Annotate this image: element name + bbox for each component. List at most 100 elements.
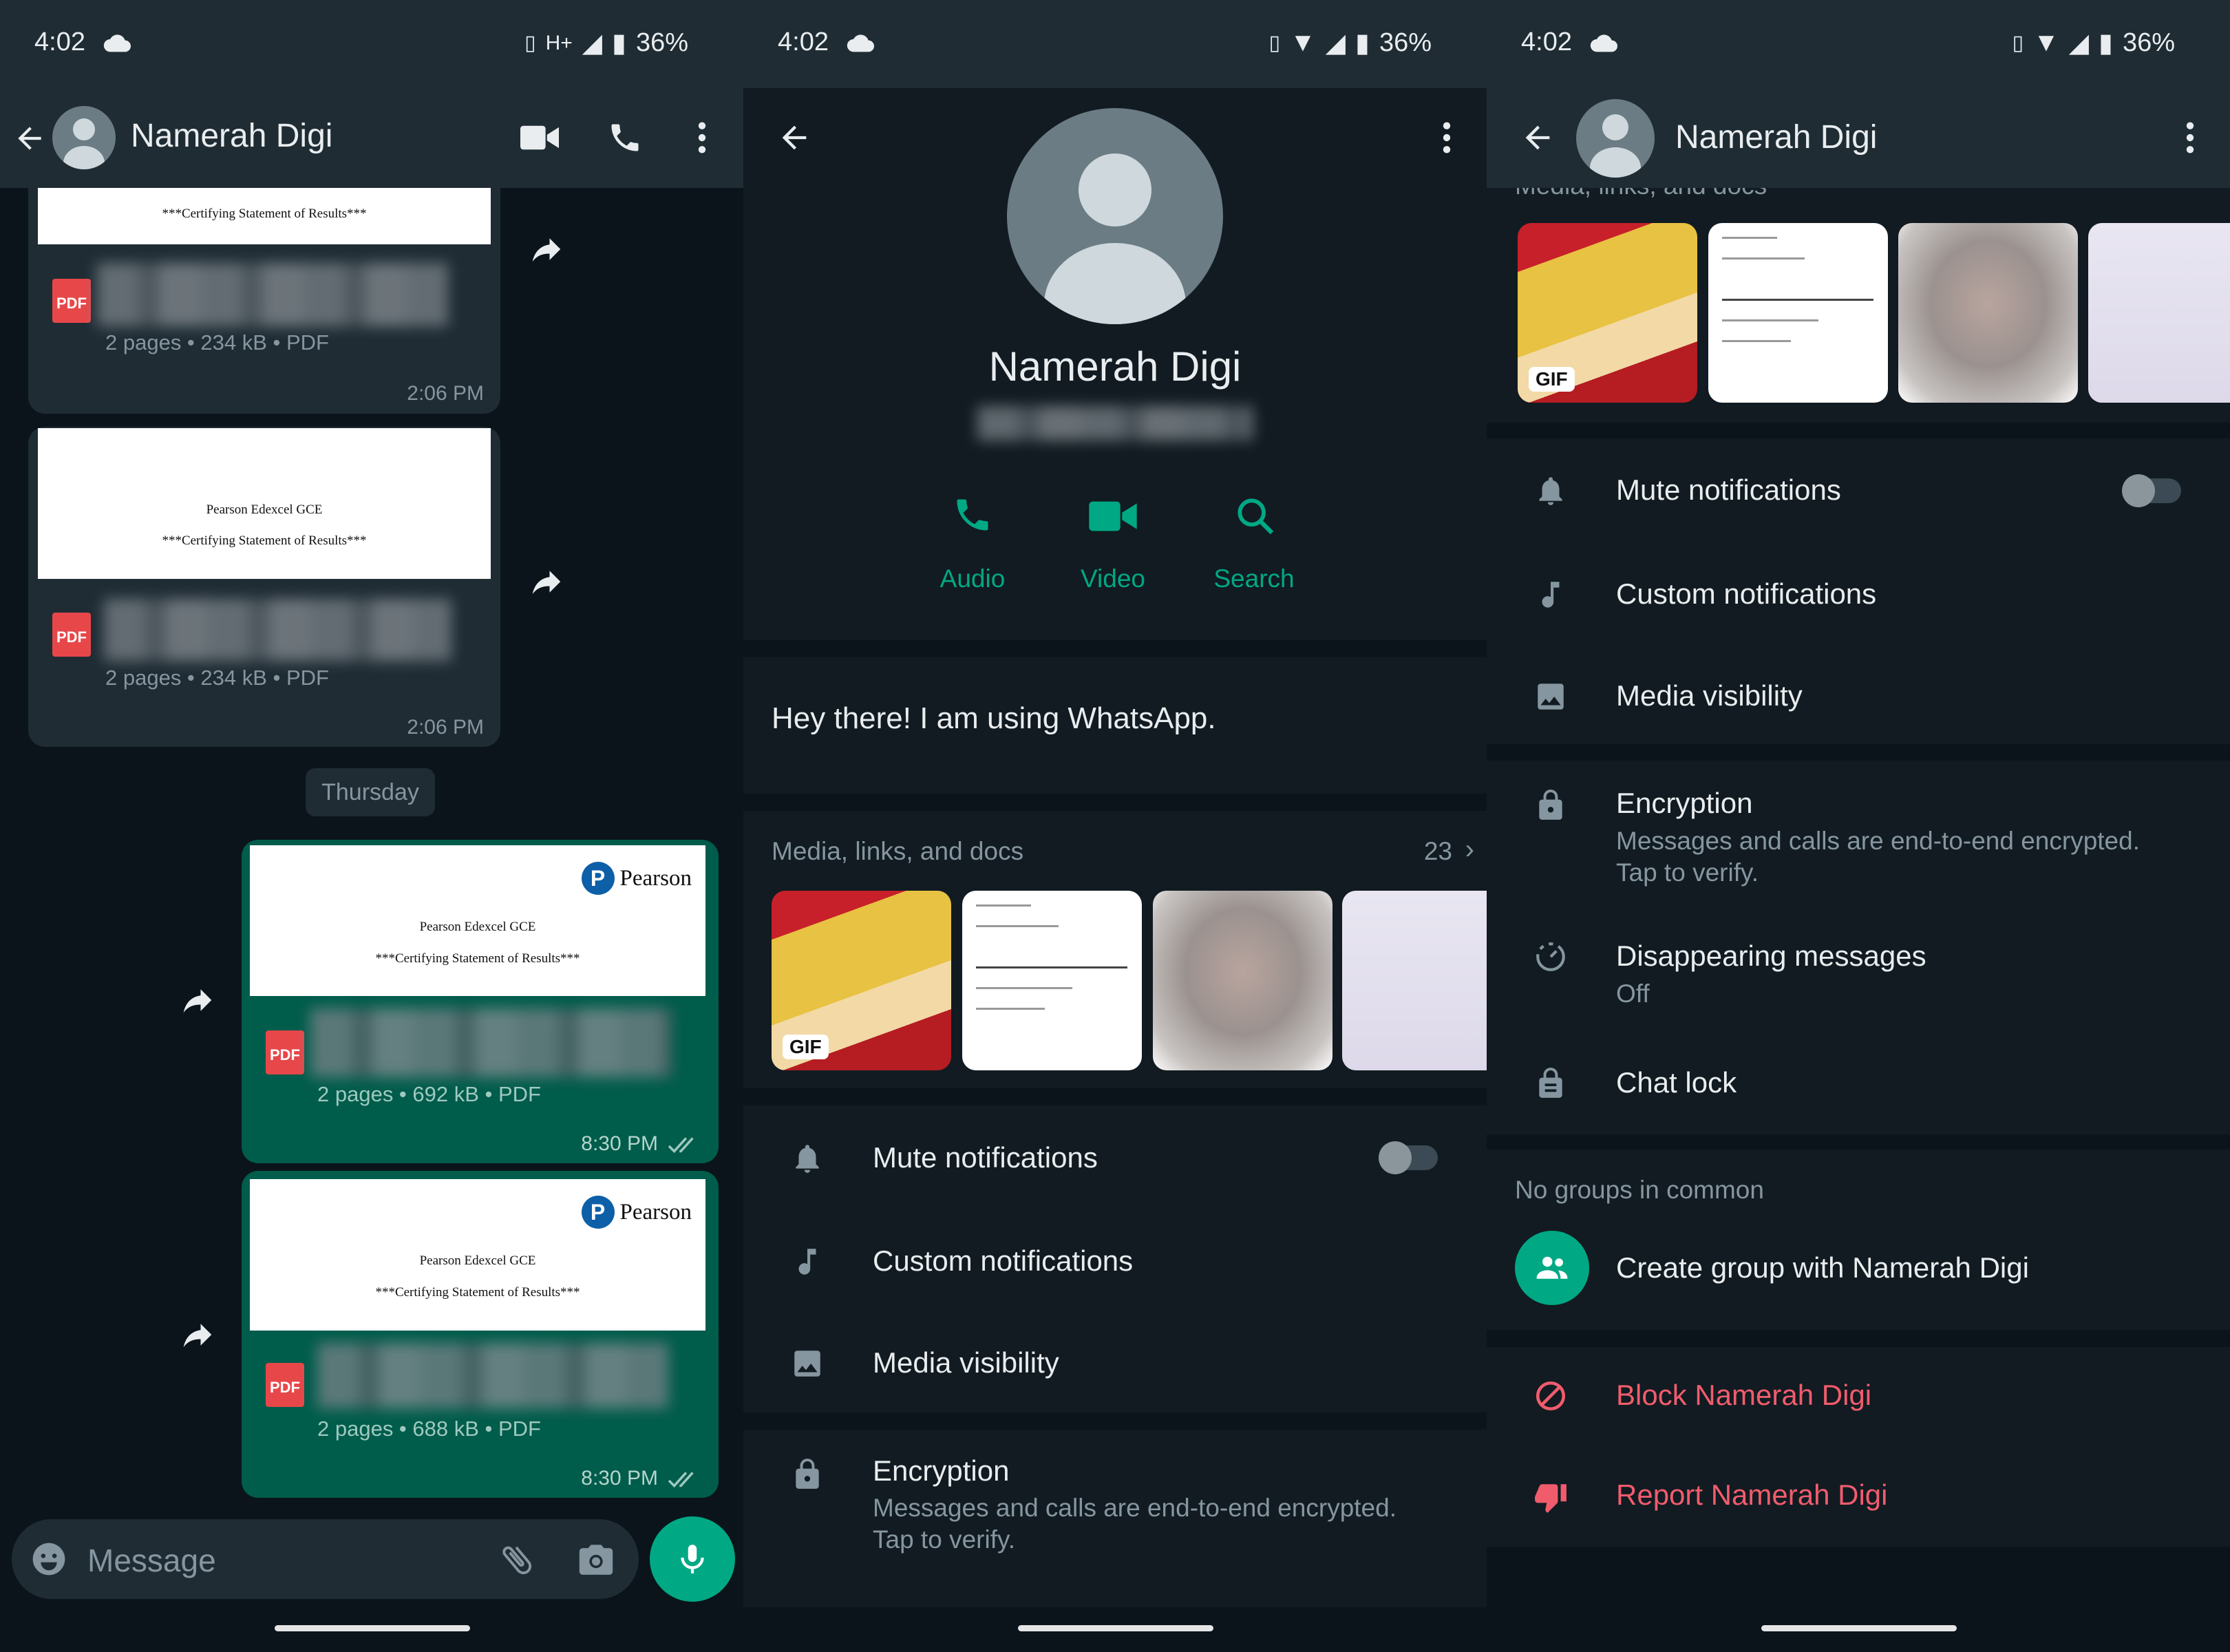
group-icon (1515, 1231, 1589, 1305)
mic-button[interactable] (650, 1516, 735, 1602)
mute-notifications-row[interactable]: Mute notifications (1487, 438, 2230, 542)
message-time: 8:30 PM (581, 1467, 658, 1490)
block-icon (1533, 1379, 1568, 1413)
preview-subtitle: ***Certifying Statement of Results*** (162, 206, 367, 221)
bell-icon (790, 1141, 825, 1176)
media-thumbnail[interactable] (1898, 223, 2078, 403)
forward-icon[interactable] (179, 1316, 216, 1353)
media-thumbnail[interactable]: GIF (1518, 223, 1697, 403)
chat-lock-row[interactable]: Chat lock (1487, 1036, 2230, 1134)
more-options-icon[interactable] (2176, 120, 2204, 156)
media-visibility-row[interactable]: Media visibility (743, 1312, 1487, 1412)
media-title[interactable]: Media, links, and docs (1515, 188, 1767, 200)
voice-call-icon[interactable] (607, 120, 643, 156)
notification-settings: Mute notifications Custom notifications … (1487, 438, 2230, 744)
message-input[interactable]: Message (12, 1519, 639, 1599)
about-section[interactable]: Hey there! I am using WhatsApp. (743, 657, 1487, 794)
emoji-icon[interactable] (30, 1540, 68, 1578)
media-thumbnail[interactable] (1153, 891, 1332, 1070)
message-bubble[interactable]: P Pearson Pearson Edexcel GCE ***Certifyi… (242, 1171, 719, 1498)
read-receipt-icon (668, 1134, 699, 1155)
home-indicator[interactable] (1761, 1625, 1957, 1631)
custom-notifications-label: Custom notifications (873, 1245, 1134, 1277)
more-options-icon[interactable] (1433, 120, 1461, 156)
read-receipt-icon (668, 1469, 699, 1490)
battery-level: 36% (635, 28, 688, 57)
home-indicator[interactable] (275, 1625, 470, 1631)
encryption-row[interactable]: Encryption Messages and calls are end-to… (1487, 761, 2230, 912)
disappearing-messages-row[interactable]: Disappearing messages Off (1487, 912, 2230, 1036)
document-preview[interactable]: P Pearson Pearson Edexcel GCE ***Certifyi… (250, 845, 705, 996)
search-icon (1233, 494, 1277, 538)
message-time: 8:30 PM (581, 1132, 658, 1155)
mic-icon (675, 1540, 710, 1578)
camera-icon[interactable] (576, 1540, 616, 1580)
create-group-row[interactable]: Create group with Namerah Digi (1487, 1225, 2230, 1322)
file-meta: 2 pages • 234 kB • PDF (105, 330, 329, 354)
avatar[interactable] (52, 106, 116, 169)
network-type: H+ (545, 31, 573, 54)
media-thumbnail[interactable] (1708, 223, 1888, 403)
report-contact-row[interactable]: Report Namerah Digi (1487, 1447, 2230, 1547)
back-arrow-icon[interactable] (1520, 120, 1555, 156)
back-arrow-icon[interactable] (12, 121, 47, 156)
mute-notifications-row[interactable]: Mute notifications (743, 1105, 1487, 1209)
media-thumbnail[interactable] (1342, 891, 1487, 1070)
message-bubble[interactable]: Pearson Edexcel GCE ***Certifying Statem… (28, 427, 500, 747)
audio-call-button[interactable]: Audio (917, 487, 1028, 593)
message-bubble[interactable]: ***Certifying Statement of Results*** PD… (28, 165, 500, 414)
video-call-icon[interactable] (520, 123, 559, 153)
document-preview[interactable]: P Pearson Pearson Edexcel GCE ***Certifyi… (250, 1179, 705, 1331)
file-meta: 2 pages • 234 kB • PDF (105, 666, 329, 690)
home-indicator[interactable] (1018, 1625, 1213, 1631)
search-button[interactable]: Search (1199, 487, 1309, 593)
media-thumbnail[interactable]: GIF (772, 891, 951, 1070)
media-visibility-row[interactable]: Media visibility (1487, 645, 2230, 744)
collapsed-header: Namerah Digi (1487, 88, 2230, 188)
media-count[interactable]: 23 (1424, 837, 1452, 866)
cloud-icon (1590, 33, 1617, 52)
forward-icon[interactable] (179, 982, 216, 1019)
phone-number-redacted (977, 406, 1253, 441)
back-arrow-icon[interactable] (776, 120, 812, 156)
media-title[interactable]: Media, links, and docs (772, 837, 1023, 866)
media-thumbnail[interactable] (2088, 223, 2230, 403)
document-preview[interactable]: Pearson Edexcel GCE ***Certifying Statem… (38, 428, 491, 579)
battery-level: 36% (2122, 28, 2175, 57)
battery-level: 36% (1379, 28, 1432, 57)
media-thumbnail[interactable] (962, 891, 1142, 1070)
encryption-title: Encryption (873, 1454, 1010, 1487)
avatar[interactable] (1576, 99, 1655, 178)
groups-header: No groups in common (1515, 1176, 1764, 1204)
attach-icon[interactable] (497, 1540, 537, 1580)
about-text: Hey there! I am using WhatsApp. (772, 701, 1216, 735)
custom-notifications-row[interactable]: Custom notifications (1487, 542, 2230, 645)
forward-icon[interactable] (528, 231, 565, 268)
status-time: 4:02 (1521, 28, 1572, 56)
phone-icon (952, 494, 993, 536)
mute-label: Mute notifications (873, 1141, 1098, 1174)
custom-notifications-row[interactable]: Custom notifications (743, 1209, 1487, 1312)
forward-icon[interactable] (528, 563, 565, 600)
battery-icon: ▮ (612, 29, 626, 58)
status-bar: 4:02 ▯ ▼ ◢ ▮ 36% (1487, 0, 2230, 88)
profile-photo[interactable] (1007, 108, 1223, 324)
wifi-icon: ▼ (2033, 28, 2059, 57)
mute-toggle[interactable] (1379, 1141, 1438, 1174)
video-call-button[interactable]: Video (1058, 487, 1168, 593)
mute-label: Mute notifications (1616, 474, 1841, 506)
contact-name[interactable]: Namerah Digi (131, 117, 332, 155)
wifi-icon: ▼ (1290, 28, 1316, 57)
block-contact-row[interactable]: Block Namerah Digi (1487, 1347, 2230, 1447)
file-meta: 2 pages • 688 kB • PDF (317, 1417, 541, 1441)
danger-section: Block Namerah Digi Report Namerah Digi (1487, 1347, 2230, 1547)
chevron-right-icon[interactable]: › (1465, 834, 1474, 865)
signal-icon: ◢ (582, 29, 603, 58)
chat-lock-icon (1533, 1066, 1568, 1101)
signal-icon: ◢ (2068, 29, 2090, 58)
encryption-row[interactable]: Encryption Messages and calls are end-to… (743, 1430, 1487, 1607)
more-options-icon[interactable] (688, 120, 716, 156)
file-name-redacted (97, 263, 448, 326)
mute-toggle[interactable] (2122, 474, 2181, 507)
message-bubble[interactable]: P Pearson Pearson Edexcel GCE ***Certifyi… (242, 840, 719, 1163)
